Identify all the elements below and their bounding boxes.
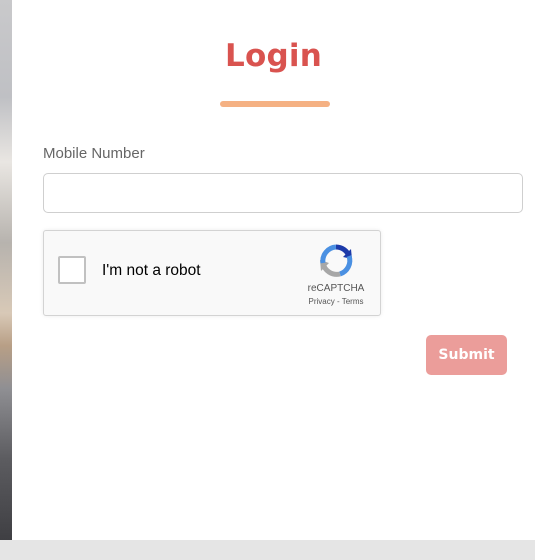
recaptcha-link-separator: - <box>334 297 342 306</box>
recaptcha-logo-icon <box>320 244 353 277</box>
login-card: Login Mobile Number I'm not a robot reCA… <box>12 0 535 540</box>
recaptcha-links: Privacy - Terms <box>294 297 378 306</box>
recaptcha-label: I'm not a robot <box>102 262 201 279</box>
mobile-number-input[interactable] <box>43 173 523 213</box>
recaptcha-widget: I'm not a robot reCAPTCHA Privacy - Term… <box>43 230 381 316</box>
page-title: Login <box>225 38 322 74</box>
recaptcha-checkbox[interactable] <box>58 256 86 284</box>
submit-button[interactable]: Submit <box>426 335 507 375</box>
mobile-number-label: Mobile Number <box>43 145 145 162</box>
recaptcha-privacy-link[interactable]: Privacy <box>309 297 335 306</box>
background-photo-strip <box>0 0 12 540</box>
recaptcha-brand-text: reCAPTCHA <box>307 283 365 294</box>
title-underline <box>220 101 330 107</box>
recaptcha-terms-link[interactable]: Terms <box>342 297 364 306</box>
bottom-bar <box>0 540 535 560</box>
